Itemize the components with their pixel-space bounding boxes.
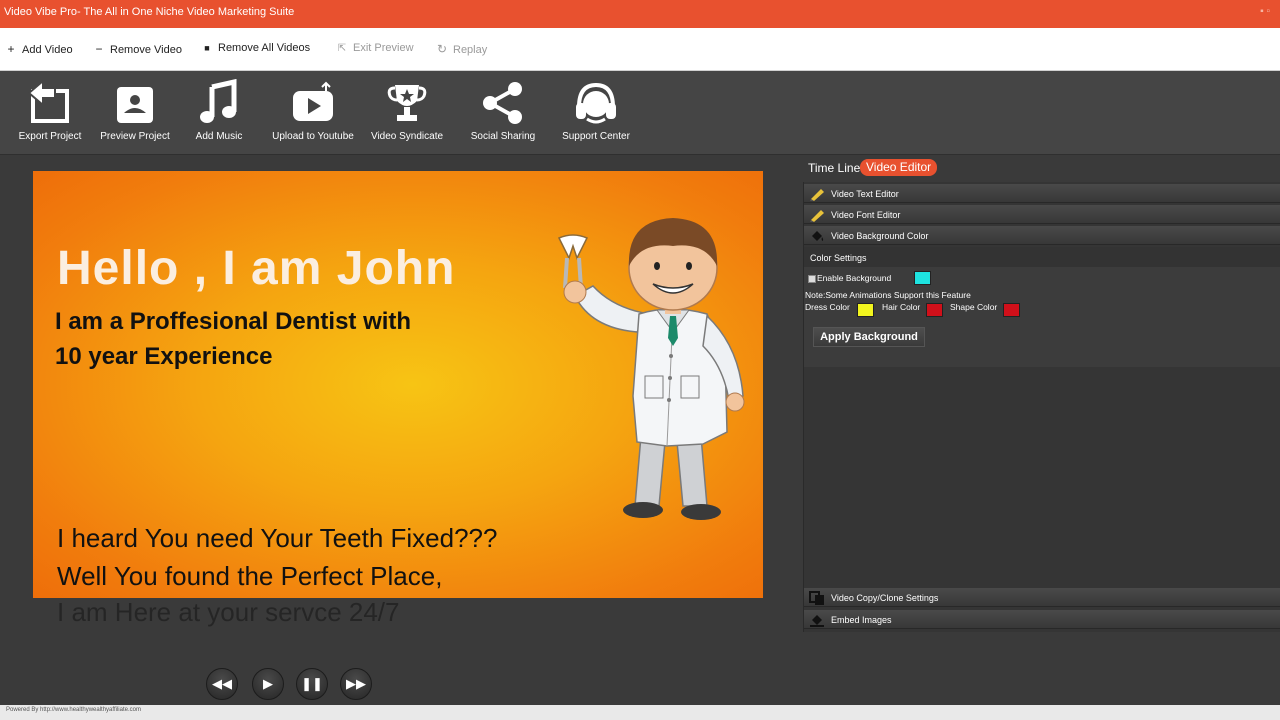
share-icon [483,82,522,124]
pencil-icon [810,189,824,201]
enable-background-checkbox[interactable] [808,275,816,283]
preview-line-1: I am a Proffesional Dentist with [55,308,412,335]
pause-icon: ❚❚ [301,676,323,691]
powered-by-text: Powered By http://www.healthywealthyaffi… [6,707,141,713]
tab-video-editor[interactable]: Video Editor [860,159,938,176]
remove-all-videos-button[interactable]: ■ Remove All Videos [201,42,310,54]
export-project-button[interactable]: Export Project [14,79,86,142]
fast-forward-button[interactable]: ▶▶ [340,668,372,700]
preview-line-2: 10 year Experience [55,343,273,370]
enable-background-label: Enable Background [817,273,892,283]
fast-forward-icon: ▶▶ [346,676,366,691]
preview-line-4: Well You found the Perfect Place, [57,561,443,591]
preview-icon [117,87,153,123]
background-color-swatch[interactable] [914,271,931,285]
main-toolbar: Export Project Preview Project Add Music… [0,71,1280,155]
plus-icon: + [7,42,15,56]
copy-icon [809,591,824,605]
play-icon: ▶ [263,676,273,691]
preview-line-5-overflow: I am Here at your servce 24/7 [57,597,400,627]
color-settings-header: Color Settings [804,247,1280,267]
apply-background-button[interactable]: Apply Background [813,327,925,347]
preview-subtext: I am a Proffesional Dentist with 10 year… [55,304,495,374]
hair-color-swatch[interactable] [926,303,943,317]
preview-project-button[interactable]: Preview Project [99,79,171,142]
editor-panel: Video Text Editor Video Font Editor Vide… [803,182,1280,632]
headset-icon [576,82,616,124]
upload-youtube-button[interactable]: Upload to Youtube [270,79,356,142]
youtube-icon [293,81,333,121]
exit-preview-button[interactable]: ⇱ Exit Preview [336,42,414,54]
play-button[interactable]: ▶ [252,668,284,700]
replay-button[interactable]: ↻ Replay [436,42,487,56]
export-icon [27,79,69,123]
animation-note: Note:Some Animations Support this Featur… [805,290,971,300]
video-copy-clone-section[interactable]: Video Copy/Clone Settings [804,588,1280,607]
title-bar: Video Vibe Pro- The All in One Niche Vid… [0,0,1280,28]
tab-timeline[interactable]: Time Line [808,161,860,175]
trophy-icon [387,85,427,121]
paint-bucket-icon [812,231,824,241]
support-center-button[interactable]: Support Center [562,79,630,142]
hair-color-label: Hair Color [882,302,921,312]
square-icon: ■ [204,43,210,53]
dress-color-label: Dress Color [805,302,850,312]
replay-icon: ↻ [436,42,448,56]
add-video-button[interactable]: + Add Video [5,42,72,56]
dentist-character-image [557,218,745,520]
window-title: Video Vibe Pro- The All in One Niche Vid… [4,6,295,18]
image-icon [810,615,824,627]
preview-line-3: I heard You need Your Teeth Fixed??? [57,523,498,553]
video-syndicate-button[interactable]: Video Syndicate [368,79,446,142]
window-controls[interactable]: ▪ ▫ [1260,6,1270,17]
preview-headline: Hello , I am John [57,242,456,295]
minus-icon: − [95,42,103,56]
remove-video-button[interactable]: − Remove Video [93,42,181,56]
add-music-button[interactable]: Add Music [190,79,248,142]
pause-button[interactable]: ❚❚ [296,668,328,700]
video-text-editor-section[interactable]: Video Text Editor [804,184,1280,203]
rewind-button[interactable]: ◀◀ [206,668,238,700]
video-preview-canvas[interactable]: Hello , I am John I am a Proffesional De… [33,171,763,598]
shape-color-swatch[interactable] [1003,303,1020,317]
video-font-editor-section[interactable]: Video Font Editor [804,205,1280,224]
dress-color-swatch[interactable] [857,303,874,317]
music-note-icon [200,79,237,123]
pencil-icon [810,210,824,222]
rewind-icon: ◀◀ [212,676,232,691]
exit-icon: ⇱ [337,43,347,54]
social-sharing-button[interactable]: Social Sharing [467,79,539,142]
shape-color-label: Shape Color [950,302,998,312]
menu-bar: + Add Video − Remove Video ■ Remove All Vid… [0,28,1280,71]
status-footer: Powered By http://www.healthywealthyaffi… [0,705,1280,720]
embed-images-section[interactable]: Embed Images [804,610,1280,629]
preview-bottom-text: I heard You need Your Teeth Fixed??? Wel… [57,519,617,595]
video-background-color-section[interactable]: Video Background Color [804,226,1280,245]
color-settings-box: Color Settings Enable Background Note:So… [804,247,1280,367]
